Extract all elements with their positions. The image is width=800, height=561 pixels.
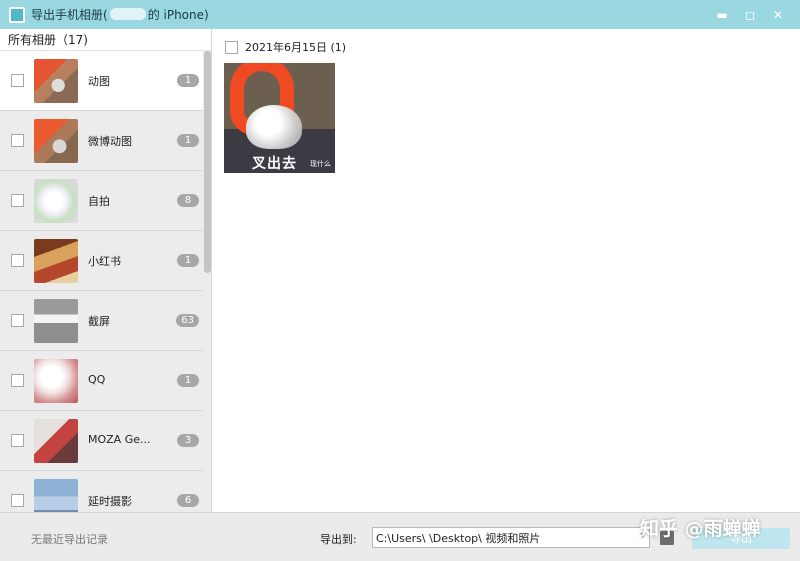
album-thumbnail — [34, 419, 78, 463]
minimize-button[interactable]: ▬ — [708, 0, 736, 29]
album-checkbox[interactable] — [11, 494, 24, 507]
album-count-badge: 8 — [177, 194, 199, 207]
album-count-badge: 1 — [177, 134, 199, 147]
photo-cat — [246, 105, 302, 149]
album-count-badge: 1 — [177, 254, 199, 267]
album-name: 延时摄影 — [88, 495, 132, 508]
album-name: 小红书 — [88, 255, 121, 268]
album-checkbox[interactable] — [11, 314, 24, 327]
album-count-badge: 63 — [176, 314, 199, 327]
album-name: QQ — [88, 373, 106, 386]
app-icon — [9, 6, 25, 23]
album-thumbnail — [34, 359, 78, 403]
photo-caption-small: 现什么 — [310, 160, 331, 168]
album-item-gif[interactable]: 动图 1 — [0, 51, 203, 111]
export-path-value: C:\Users\ \Desktop\ 视频和照片 — [376, 531, 541, 545]
album-item-timelapse[interactable]: 延时摄影 6 — [0, 471, 203, 512]
album-count-badge: 1 — [177, 74, 199, 87]
window-title: 导出手机相册( 的 iPhone) — [31, 6, 209, 23]
photo-caption: 叉出去 — [252, 156, 297, 172]
album-item-moza[interactable]: MOZA Ge... 3 — [0, 411, 203, 471]
album-checkbox[interactable] — [11, 254, 24, 267]
sidebar-scrollbar[interactable] — [203, 51, 211, 512]
album-thumbnail — [34, 479, 78, 512]
album-item-selfie[interactable]: 自拍 8 — [0, 171, 203, 231]
recent-export-history[interactable]: 无最近导出记录 — [31, 531, 108, 547]
photo-thumbnail[interactable]: 叉出去 现什么 — [224, 63, 335, 173]
export-to-label: 导出到: — [320, 533, 357, 546]
album-item-screenshots[interactable]: 截屏 63 — [0, 291, 203, 351]
window-title-suffix: 的 iPhone) — [147, 8, 209, 22]
maximize-button[interactable]: ◻ — [736, 0, 764, 29]
date-group-label: 2021年6月15日 (1) — [245, 41, 347, 54]
album-checkbox[interactable] — [11, 434, 24, 447]
album-thumbnail — [34, 59, 78, 103]
album-list: 动图 1 微博动图 1 自拍 8 小红书 1 截屏 63 QQ 1 MOZA G… — [0, 51, 203, 512]
date-group-checkbox[interactable] — [225, 40, 238, 54]
album-checkbox[interactable] — [11, 374, 24, 387]
album-checkbox[interactable] — [11, 74, 24, 87]
album-name: 微博动图 — [88, 135, 132, 148]
album-thumbnail — [34, 239, 78, 283]
close-button[interactable]: ✕ — [764, 0, 792, 29]
redacted-name — [109, 8, 146, 20]
album-checkbox[interactable] — [11, 194, 24, 207]
all-albums-header[interactable]: 所有相册（17) — [0, 29, 211, 51]
album-sidebar: 所有相册（17) 动图 1 微博动图 1 自拍 8 小红书 1 截屏 63 QQ… — [0, 29, 212, 512]
album-count-badge: 1 — [177, 374, 199, 387]
album-thumbnail — [34, 179, 78, 223]
scrollbar-thumb[interactable] — [204, 51, 211, 273]
album-checkbox[interactable] — [11, 134, 24, 147]
album-name: 自拍 — [88, 195, 110, 208]
title-bar: 导出手机相册( 的 iPhone) ▬ ◻ ✕ — [0, 0, 800, 29]
album-count-badge: 3 — [177, 434, 199, 447]
date-group-header: 2021年6月15日 (1) — [225, 39, 346, 55]
album-item-xiaohongshu[interactable]: 小红书 1 — [0, 231, 203, 291]
photo-grid: 2021年6月15日 (1) 叉出去 现什么 — [213, 29, 800, 512]
album-item-qq[interactable]: QQ 1 — [0, 351, 203, 411]
album-item-weibo-gif[interactable]: 微博动图 1 — [0, 111, 203, 171]
album-count-badge: 6 — [177, 494, 199, 507]
zhihu-watermark: 知乎 @雨蝉蝉 — [640, 518, 761, 540]
album-name: 截屏 — [88, 315, 110, 328]
export-path-select[interactable]: C:\Users\ \Desktop\ 视频和照片 ▾ — [372, 527, 650, 548]
album-name: MOZA Ge... — [88, 433, 151, 446]
window-title-prefix: 导出手机相册( — [31, 8, 108, 22]
album-thumbnail — [34, 299, 78, 343]
album-thumbnail — [34, 119, 78, 163]
album-name: 动图 — [88, 75, 110, 88]
